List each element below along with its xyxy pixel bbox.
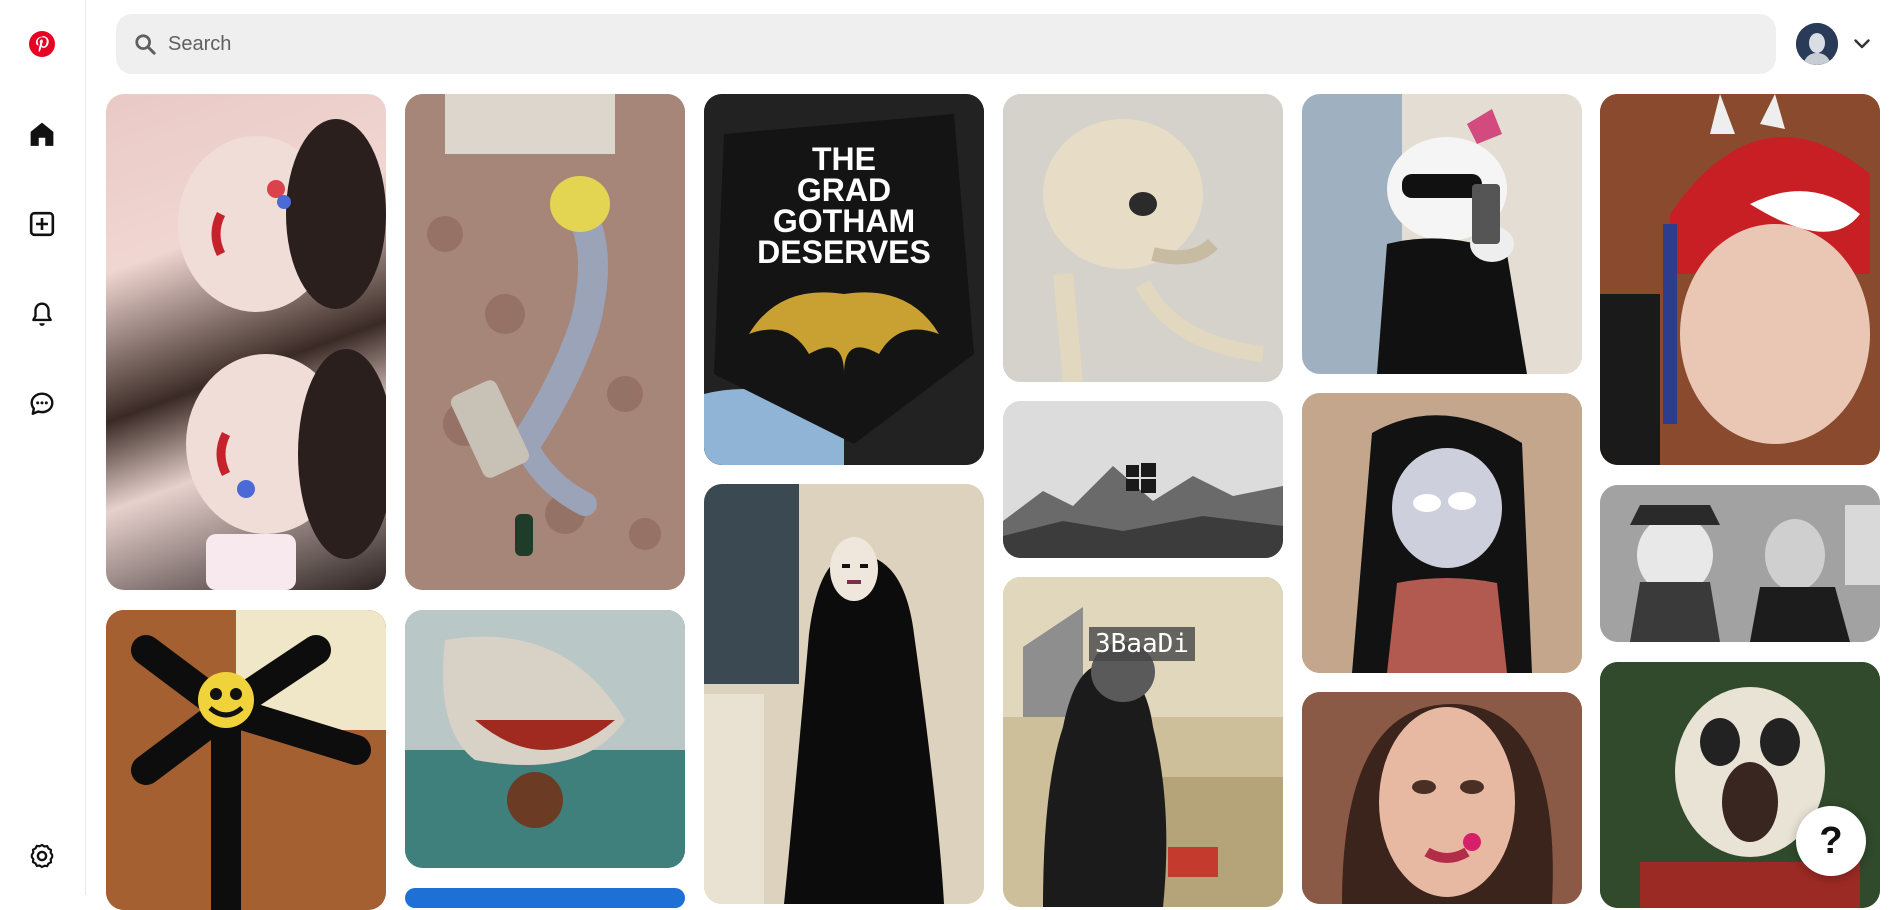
search-icon <box>134 33 156 55</box>
pin-image <box>1003 94 1283 382</box>
pin-caption: THE GRAD GOTHAM DESERVES <box>757 141 931 270</box>
pin-card[interactable] <box>106 94 386 590</box>
pin-card[interactable] <box>1003 401 1283 558</box>
help-label: ? <box>1819 819 1843 862</box>
pin-image <box>405 94 685 590</box>
chevron-down-icon <box>1854 39 1870 49</box>
pin-image <box>178 119 386 590</box>
pin-card[interactable] <box>1600 94 1880 465</box>
help-button[interactable]: ? <box>1796 806 1866 876</box>
pinterest-logo-icon <box>29 31 55 57</box>
pin-image <box>405 610 685 868</box>
pin-card[interactable] <box>1302 393 1582 673</box>
pin-image <box>704 484 984 904</box>
pin-card[interactable] <box>1302 94 1582 374</box>
settings-button[interactable] <box>18 832 66 880</box>
avatar[interactable] <box>1796 23 1838 65</box>
sidebar-item-messages[interactable] <box>18 380 66 428</box>
pin-card[interactable] <box>704 484 984 904</box>
pin-card[interactable] <box>1600 485 1880 642</box>
pin-card[interactable] <box>106 610 386 910</box>
pin-image <box>1302 94 1582 374</box>
account-menu-button[interactable] <box>1850 32 1874 56</box>
pin-image <box>1302 692 1582 904</box>
pin-image <box>1600 94 1880 465</box>
pin-card[interactable]: 3BaaDi <box>1003 577 1283 907</box>
pin-image <box>1003 401 1283 558</box>
pin-card[interactable] <box>405 94 685 590</box>
plus-square-icon <box>29 211 55 237</box>
sidebar-item-notifications[interactable] <box>18 290 66 338</box>
pin-card[interactable] <box>1302 692 1582 904</box>
search-bar[interactable] <box>116 14 1776 74</box>
user-avatar-image <box>1796 23 1838 65</box>
pin-image <box>106 610 386 910</box>
sidebar-item-create[interactable] <box>18 200 66 248</box>
pin-image <box>1302 393 1582 673</box>
bell-icon <box>32 302 52 326</box>
pin-card[interactable] <box>1003 94 1283 382</box>
search-input[interactable] <box>166 23 1776 65</box>
pinterest-logo[interactable] <box>18 20 66 68</box>
pin-caption: 3BaaDi <box>1089 627 1195 661</box>
pin-image <box>1600 485 1880 642</box>
home-icon <box>30 122 54 146</box>
pin-card[interactable] <box>405 888 685 908</box>
sidebar-item-home[interactable] <box>18 110 66 158</box>
chat-icon <box>30 392 54 415</box>
sidebar <box>0 0 86 895</box>
pin-card[interactable]: THE GRAD GOTHAM DESERVES <box>704 94 984 465</box>
gear-icon <box>30 843 54 869</box>
pin-card[interactable] <box>405 610 685 868</box>
